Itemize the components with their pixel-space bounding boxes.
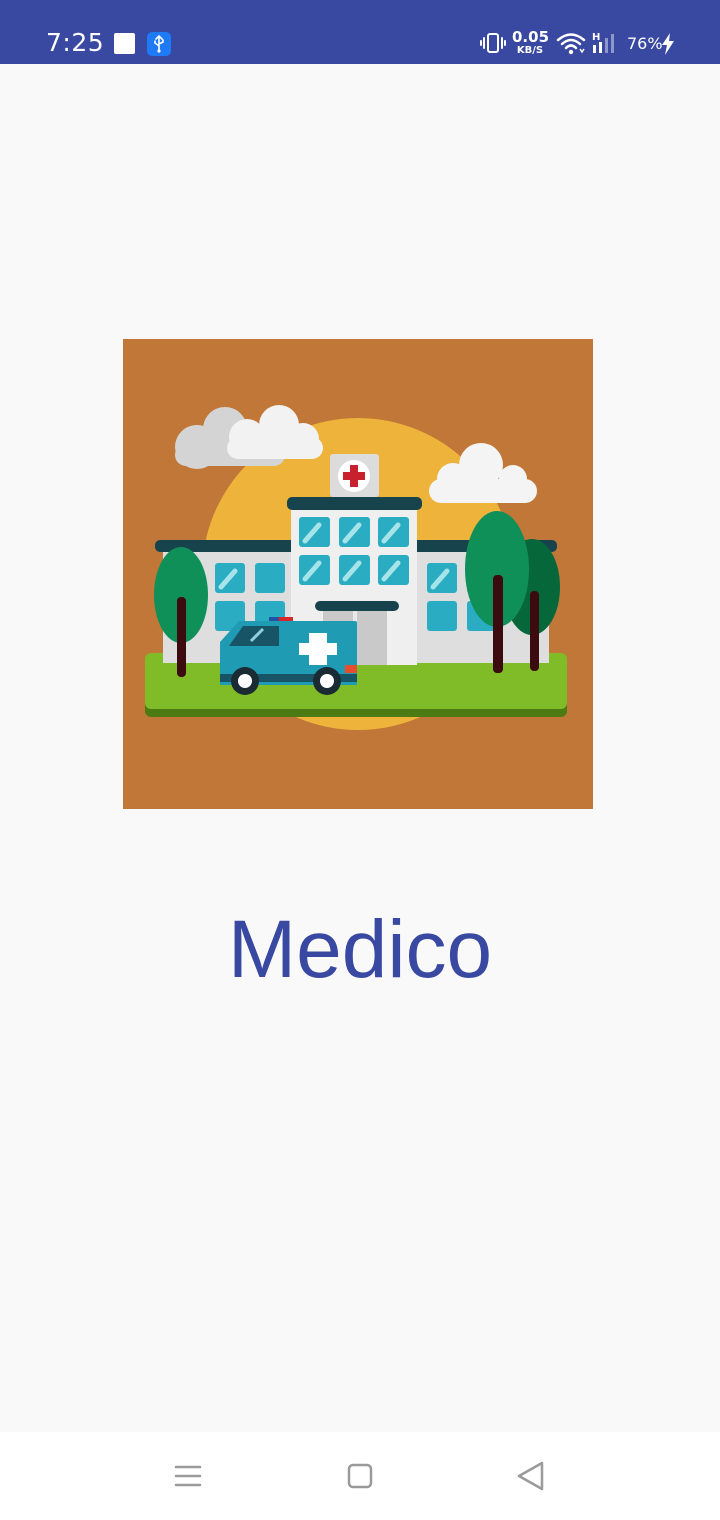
hospital-illustration-svg xyxy=(123,339,593,809)
network-speed-unit: KB/S xyxy=(516,45,544,56)
status-time: 7:25 xyxy=(46,28,105,57)
tower-roof xyxy=(287,497,422,510)
recents-menu-icon[interactable] xyxy=(166,1454,210,1498)
signal-icon: H xyxy=(592,31,622,60)
back-triangle-icon[interactable] xyxy=(508,1454,552,1498)
app-title: Medico xyxy=(227,904,493,995)
network-speed-value: 0.05 xyxy=(512,28,550,46)
signal-type-label: H xyxy=(592,32,600,43)
battery-percent: 76% xyxy=(627,34,663,53)
hospital-illustration xyxy=(123,339,593,809)
network-speed: 0.05 KB/S xyxy=(512,28,550,56)
usb-debug-icon xyxy=(147,32,171,56)
navigation-bar xyxy=(0,1432,720,1520)
vibrate-icon xyxy=(480,31,506,60)
status-bar: 7:25 0.05 KB/S H 76% xyxy=(0,0,720,64)
door-canopy xyxy=(315,601,399,611)
home-square-icon[interactable] xyxy=(338,1454,382,1498)
charging-bolt-icon xyxy=(660,33,676,60)
wifi-icon xyxy=(556,32,586,61)
notification-square-icon xyxy=(114,33,135,54)
ambulance-icon xyxy=(220,617,357,695)
